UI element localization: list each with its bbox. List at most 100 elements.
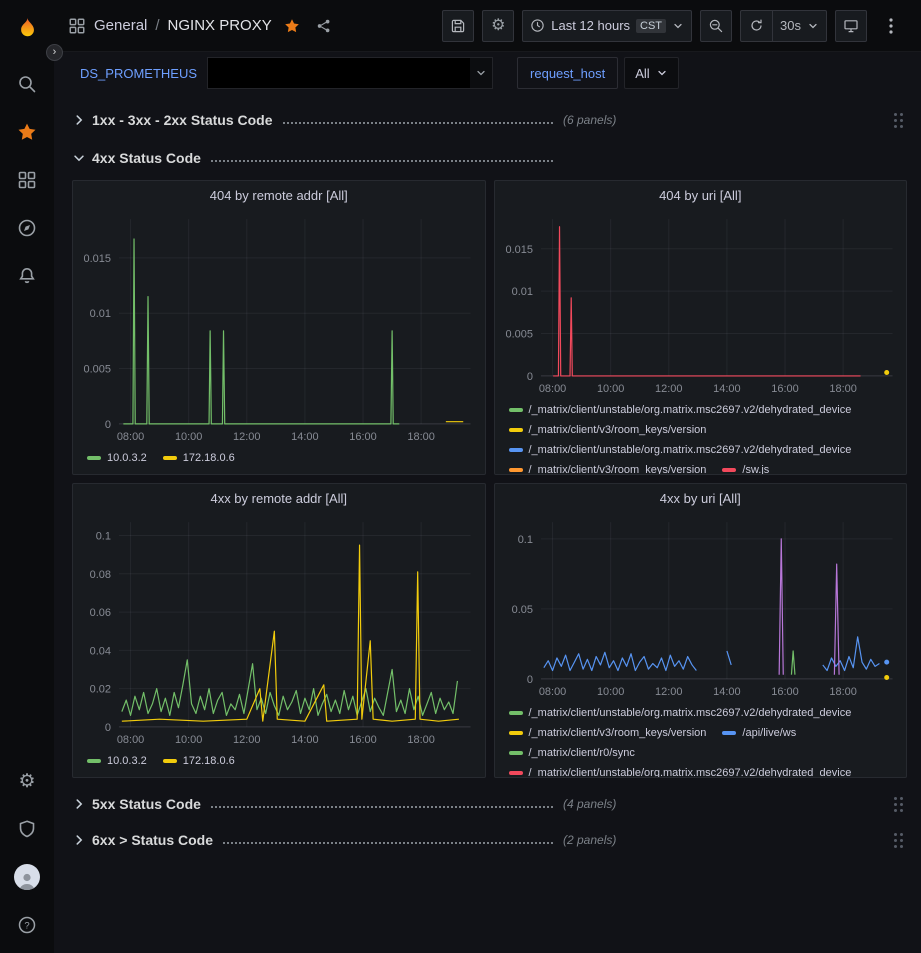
chevron-down-icon: [475, 67, 487, 79]
legend-item[interactable]: /_matrix/client/v3/room_keys/version: [509, 420, 707, 440]
series-color-swatch: [509, 468, 523, 472]
legend-label: /_matrix/client/unstable/org.matrix.msc2…: [529, 703, 852, 723]
row-drag-handle-icon[interactable]: [894, 833, 903, 848]
legend-label: 172.18.0.6: [183, 751, 235, 771]
panel-title[interactable]: 404 by remote addr [All]: [73, 181, 485, 209]
svg-text:0.01: 0.01: [90, 308, 111, 320]
sidebar-item-server-admin[interactable]: [0, 805, 54, 853]
svg-text:0: 0: [526, 674, 532, 686]
series-color-swatch: [509, 731, 523, 735]
sidebar-item-configuration[interactable]: ⚙: [0, 757, 54, 805]
alerting-bell-icon: [17, 266, 37, 286]
sidebar-item-dashboards[interactable]: [0, 156, 54, 204]
gear-icon: ⚙: [491, 18, 505, 34]
legend-label: /_matrix/client/v3/room_keys/version: [529, 723, 707, 743]
dashboards-icon: [17, 170, 37, 190]
topbar-actions: ⚙ Last 12 hours CST: [442, 10, 907, 42]
svg-text:16:00: 16:00: [771, 383, 798, 395]
legend-item[interactable]: /_matrix/client/unstable/org.matrix.msc2…: [509, 400, 852, 420]
series-color-swatch: [87, 759, 101, 763]
svg-text:0.015: 0.015: [505, 244, 532, 256]
redacted-value: [208, 58, 470, 88]
datasource-variable-label[interactable]: DS_PROMETHEUS: [80, 66, 207, 81]
row-header-4xx[interactable]: 4xx Status Code: [72, 144, 907, 172]
cycle-view-mode-button[interactable]: [835, 10, 867, 42]
legend-item[interactable]: /_matrix/client/unstable/org.matrix.msc2…: [509, 763, 852, 777]
datasource-value-select[interactable]: [207, 57, 493, 89]
series-color-swatch: [509, 771, 523, 775]
row-header-5xx[interactable]: 5xx Status Code (4 panels): [72, 790, 907, 818]
breadcrumb-dashboard-title[interactable]: NGINX PROXY: [168, 17, 272, 34]
panel-title[interactable]: 4xx by uri [All]: [495, 484, 907, 512]
sidebar-item-starred[interactable]: [0, 108, 54, 156]
refresh-icon: [749, 18, 764, 33]
legend-item[interactable]: /_matrix/client/v3/room_keys/version: [509, 723, 707, 743]
request-host-value: All: [635, 66, 649, 81]
svg-text:12:00: 12:00: [655, 686, 682, 698]
favorite-star-button[interactable]: [284, 18, 300, 34]
star-filled-icon: [284, 18, 300, 34]
request-host-value-select[interactable]: All: [624, 57, 678, 89]
sidebar-item-help[interactable]: ?: [0, 901, 54, 949]
time-series-plot[interactable]: 08:0010:0012:0014:0016:0018:0000.050.1: [495, 512, 907, 701]
series-color-swatch: [509, 751, 523, 755]
panel-title[interactable]: 404 by uri [All]: [495, 181, 907, 209]
user-silhouette-icon: [16, 870, 38, 890]
panel-title[interactable]: 4xx by remote addr [All]: [73, 484, 485, 512]
panel-4xx-by-remote-addr: 4xx by remote addr [All] 08:0010:0012:00…: [72, 483, 486, 778]
legend-item[interactable]: 172.18.0.6: [163, 751, 235, 771]
sidebar-item-profile[interactable]: [0, 853, 54, 901]
row-title: 5xx Status Code: [92, 796, 201, 812]
dotted-leader: [211, 806, 553, 808]
more-options-button[interactable]: [875, 10, 907, 42]
save-dashboard-button[interactable]: [442, 10, 474, 42]
legend-item[interactable]: /sw.js: [722, 460, 769, 474]
share-dashboard-button[interactable]: [316, 18, 332, 34]
legend-item[interactable]: /_matrix/client/unstable/org.matrix.msc2…: [509, 440, 852, 460]
time-series-plot[interactable]: 08:0010:0012:0014:0016:0018:0000.0050.01…: [495, 209, 907, 398]
grafana-logo[interactable]: [0, 6, 54, 52]
sidebar-item-alerting[interactable]: [0, 252, 54, 300]
legend-item[interactable]: 172.18.0.6: [163, 448, 235, 468]
apps-grid-icon: [68, 17, 86, 35]
expand-sidebar-button[interactable]: ›: [46, 44, 63, 61]
sidebar-item-explore[interactable]: [0, 204, 54, 252]
dashboard-variables-bar: DS_PROMETHEUS request_host All: [54, 52, 921, 94]
sidebar-nav: ⚙ ?: [0, 0, 54, 953]
time-series-plot[interactable]: 08:0010:0012:0014:0016:0018:0000.020.040…: [73, 512, 485, 749]
request-host-variable-label[interactable]: request_host: [517, 57, 618, 89]
legend-item[interactable]: 10.0.3.2: [87, 448, 147, 468]
svg-text:16:00: 16:00: [349, 734, 376, 746]
svg-text:0: 0: [105, 419, 111, 431]
row-drag-handle-icon[interactable]: [894, 113, 903, 128]
svg-text:14:00: 14:00: [713, 686, 740, 698]
row-header-1xx-3xx-2xx[interactable]: 1xx - 3xx - 2xx Status Code (6 panels): [72, 106, 907, 134]
time-range-label: Last 12 hours: [551, 18, 630, 33]
svg-text:18:00: 18:00: [829, 383, 856, 395]
time-range-picker[interactable]: Last 12 hours CST: [522, 10, 692, 42]
panel-404-by-remote-addr: 404 by remote addr [All] 08:0010:0012:00…: [72, 180, 486, 475]
row-drag-handle-icon[interactable]: [894, 797, 903, 812]
row-header-6xx[interactable]: 6xx > Status Code (2 panels): [72, 826, 907, 854]
legend-item[interactable]: /_matrix/client/v3/room_keys/version: [509, 460, 707, 474]
row-panel-count: (2 panels): [563, 833, 616, 847]
breadcrumb-section[interactable]: General: [94, 17, 147, 34]
refresh-interval-select[interactable]: 30s: [772, 10, 827, 42]
legend-item[interactable]: /_matrix/client/r0/sync: [509, 743, 635, 763]
svg-text:14:00: 14:00: [713, 383, 740, 395]
row-panel-count: (4 panels): [563, 797, 616, 811]
svg-text:0.02: 0.02: [90, 684, 111, 696]
svg-text:0: 0: [526, 371, 532, 383]
refresh-dashboard-button[interactable]: [740, 10, 772, 42]
legend-item[interactable]: 10.0.3.2: [87, 751, 147, 771]
legend-item[interactable]: /api/live/ws: [722, 723, 796, 743]
explore-compass-icon: [17, 218, 37, 238]
series-color-swatch: [509, 448, 523, 452]
row-panel-count: (6 panels): [563, 113, 616, 127]
row-title: 4xx Status Code: [92, 150, 201, 166]
zoom-out-time-button[interactable]: [700, 10, 732, 42]
dashboard-settings-button[interactable]: ⚙: [482, 10, 514, 42]
time-series-plot[interactable]: 08:0010:0012:0014:0016:0018:0000.0050.01…: [73, 209, 485, 446]
legend-item[interactable]: /_matrix/client/unstable/org.matrix.msc2…: [509, 703, 852, 723]
sidebar-item-search[interactable]: [0, 60, 54, 108]
